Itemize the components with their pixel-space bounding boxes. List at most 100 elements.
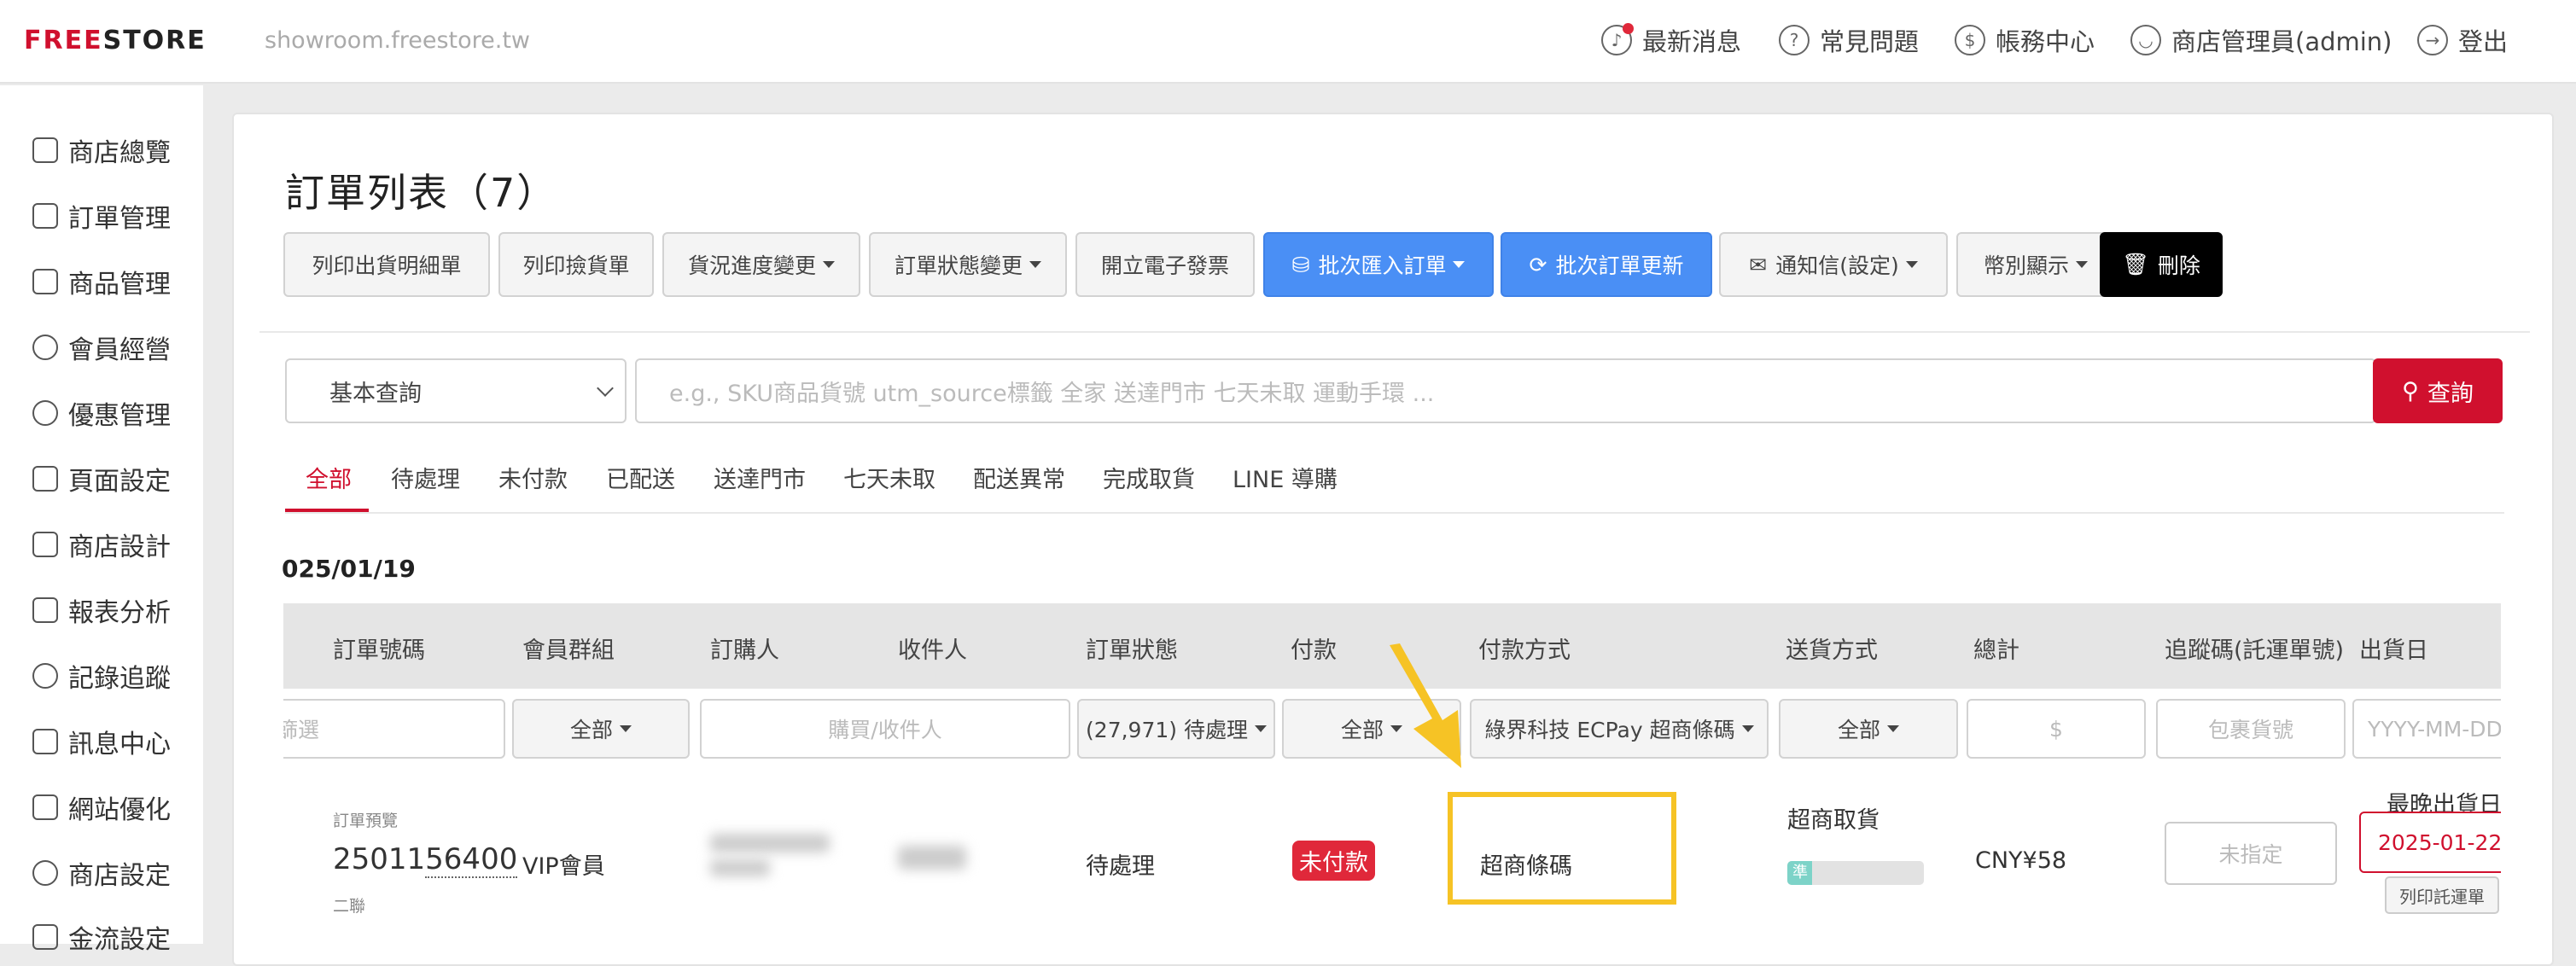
order-number[interactable]: 2501156400 (333, 842, 518, 878)
sidebar-item-tracking[interactable]: 記錄追蹤 (32, 657, 171, 695)
total-filter[interactable]: $ (1967, 699, 2146, 759)
recipient-redacted (898, 846, 966, 870)
currency-display-dropdown[interactable]: 幣別顯示 (1956, 232, 2115, 297)
header-recipient[interactable]: 收件人 (898, 631, 967, 665)
sidebar-item-settings[interactable]: 商店設定 (32, 854, 171, 892)
button-label: 貨況進度變更 (687, 253, 816, 278)
sidebar-item-label: 金流設定 (68, 925, 171, 955)
header-member-group[interactable]: 會員群組 (522, 631, 615, 665)
search-button-label: 查詢 (2427, 380, 2474, 407)
header-tracking[interactable]: 追蹤碼(託運單號) (2165, 631, 2344, 665)
header-buyer[interactable]: 訂購人 (710, 631, 779, 665)
batch-update-button[interactable]: ⟳ 批次訂單更新 (1501, 232, 1712, 297)
shipping-progress-bar: 準 (1787, 861, 1924, 885)
nav-faq[interactable]: ? 常見問題 (1779, 22, 1919, 58)
tracking-placeholder: 未指定 (2218, 842, 2283, 867)
ship-date-input[interactable]: 2025-01-22 (2359, 812, 2501, 873)
site-url[interactable]: showroom.freestore.tw (265, 27, 530, 54)
target-icon (32, 663, 58, 689)
nav-billing[interactable]: $ 帳務中心 (1955, 22, 2095, 58)
page-title: 訂單列表（7） (285, 170, 558, 216)
header-payment-method[interactable]: 付款方式 (1478, 631, 1571, 665)
header-shipping[interactable]: 送貨方式 (1786, 631, 1878, 665)
order-status-dropdown[interactable]: 訂單狀態變更 (869, 232, 1067, 297)
shipping-progress-dropdown[interactable]: 貨況進度變更 (662, 232, 860, 297)
button-label: 幣別顯示 (1983, 253, 2069, 278)
tracking-filter[interactable]: 包裹貨號 (2156, 699, 2346, 759)
tab-picked-up[interactable]: 完成取貨 (1103, 461, 1195, 494)
ship-date-filter[interactable]: YYYY-MM-DD (2352, 699, 2501, 759)
filter-placeholder: 篩選 (283, 718, 320, 742)
member-group-value: VIP會員 (522, 853, 605, 880)
button-label: 列印撿貨單 (522, 253, 630, 278)
top-bar: FREESTORE showroom.freestore.tw ♪ 最新消息 ?… (0, 0, 2576, 84)
status-filter[interactable]: (27,971) 待處理 (1077, 699, 1275, 759)
tab-all[interactable]: 全部 (306, 461, 352, 494)
tab-line-shopping[interactable]: LINE 導購 (1233, 461, 1338, 494)
sidebar-item-label: 優惠管理 (68, 401, 171, 431)
freestore-logo[interactable]: FREESTORE (24, 26, 207, 55)
header-ship-date[interactable]: 出貨日 (2359, 631, 2428, 665)
logo-part-a: FREE (24, 26, 103, 55)
person-icon (32, 335, 58, 360)
shipping-filter[interactable]: 全部 (1779, 699, 1958, 759)
tab-delivery-exception[interactable]: 配送異常 (973, 461, 1065, 494)
nav-logout[interactable]: → 登出 (2417, 22, 2508, 58)
search-button[interactable]: ⚲ 查詢 (2373, 358, 2503, 423)
sidebar-item-overview[interactable]: 商店總覽 (32, 131, 171, 169)
order-no-filter[interactable]: 篩選 (283, 699, 505, 759)
sidebar-item-seo[interactable]: 網站優化 (32, 789, 171, 826)
sidebar-item-reports[interactable]: 報表分析 (32, 591, 171, 629)
search-input[interactable]: e.g., SKU商品貨號 utm_source標籤 全家 送達門市 七天未取 … (635, 358, 2376, 423)
header-payment[interactable]: 付款 (1291, 631, 1337, 665)
delete-button[interactable]: 🗑 刪除 (2100, 232, 2223, 297)
discount-icon (32, 400, 58, 426)
header-total[interactable]: 總計 (1973, 631, 2019, 665)
notification-settings-dropdown[interactable]: ✉ 通知信(設定) (1719, 232, 1948, 297)
gear-icon (32, 860, 58, 886)
search-mode-select[interactable]: 基本查詢 (285, 358, 627, 423)
sidebar-item-label: 商品管理 (68, 270, 171, 300)
caret-down-icon (1741, 725, 1754, 732)
sidebar-item-orders[interactable]: 訂單管理 (32, 197, 171, 235)
unpaid-badge: 未付款 (1292, 841, 1375, 881)
tab-unpaid[interactable]: 未付款 (498, 461, 568, 494)
order-preview-link[interactable]: 訂單預覽 (333, 808, 398, 831)
tab-shipped[interactable]: 已配送 (606, 461, 675, 494)
caret-down-icon (1905, 261, 1918, 268)
sidebar-item-messages[interactable]: 訊息中心 (32, 723, 171, 760)
megaphone-icon (32, 729, 58, 754)
sidebar-item-label: 頁面設定 (68, 467, 171, 497)
tab-pending[interactable]: 待處理 (391, 461, 460, 494)
tab-seven-days-unpicked[interactable]: 七天未取 (843, 461, 935, 494)
print-picking-list-button[interactable]: 列印撿貨單 (498, 232, 654, 297)
print-waybill-button[interactable]: 列印託運單 (2385, 876, 2499, 914)
issue-invoice-button[interactable]: 開立電子發票 (1075, 232, 1255, 297)
sidebar-item-promotions[interactable]: 優惠管理 (32, 394, 171, 432)
logo-part-b: STORE (102, 26, 207, 55)
divider (259, 331, 2530, 333)
batch-import-button[interactable]: ⛁ 批次匯入訂單 (1263, 232, 1494, 297)
buyer-filter[interactable]: 購買/收件人 (700, 699, 1070, 759)
sidebar-item-design[interactable]: 商店設計 (32, 526, 171, 563)
sidebar-item-products[interactable]: 商品管理 (32, 263, 171, 300)
nav-admin[interactable]: ◡ 商店管理員(admin) (2130, 22, 2392, 58)
sidebar-item-members[interactable]: 會員經營 (32, 329, 171, 366)
button-label: 訂單狀態變更 (894, 253, 1023, 278)
sidebar-item-payment[interactable]: 金流設定 (32, 918, 171, 956)
button-label: 批次訂單更新 (1555, 253, 1684, 278)
print-shipping-details-button[interactable]: 列印出貨明細單 (283, 232, 490, 297)
tab-arrived-store[interactable]: 送達門市 (714, 461, 806, 494)
member-group-filter[interactable]: 全部 (512, 699, 690, 759)
payment-method-filter[interactable]: 綠界科技 ECPay 超商條碼 (1470, 699, 1769, 759)
tracking-number-input[interactable]: 未指定 (2165, 822, 2337, 885)
nav-news[interactable]: ♪ 最新消息 (1601, 22, 1741, 58)
header-order-status[interactable]: 訂單狀態 (1086, 631, 1178, 665)
sidebar-item-pages[interactable]: 頁面設定 (32, 460, 171, 498)
caret-down-icon (1887, 725, 1899, 732)
header-order-no[interactable]: 訂單號碼 (333, 631, 425, 665)
button-label: 列印託運單 (2399, 886, 2485, 907)
highlight-box (1448, 792, 1676, 905)
refresh-icon: ⟳ (1529, 252, 1547, 277)
grid-icon (32, 137, 58, 163)
